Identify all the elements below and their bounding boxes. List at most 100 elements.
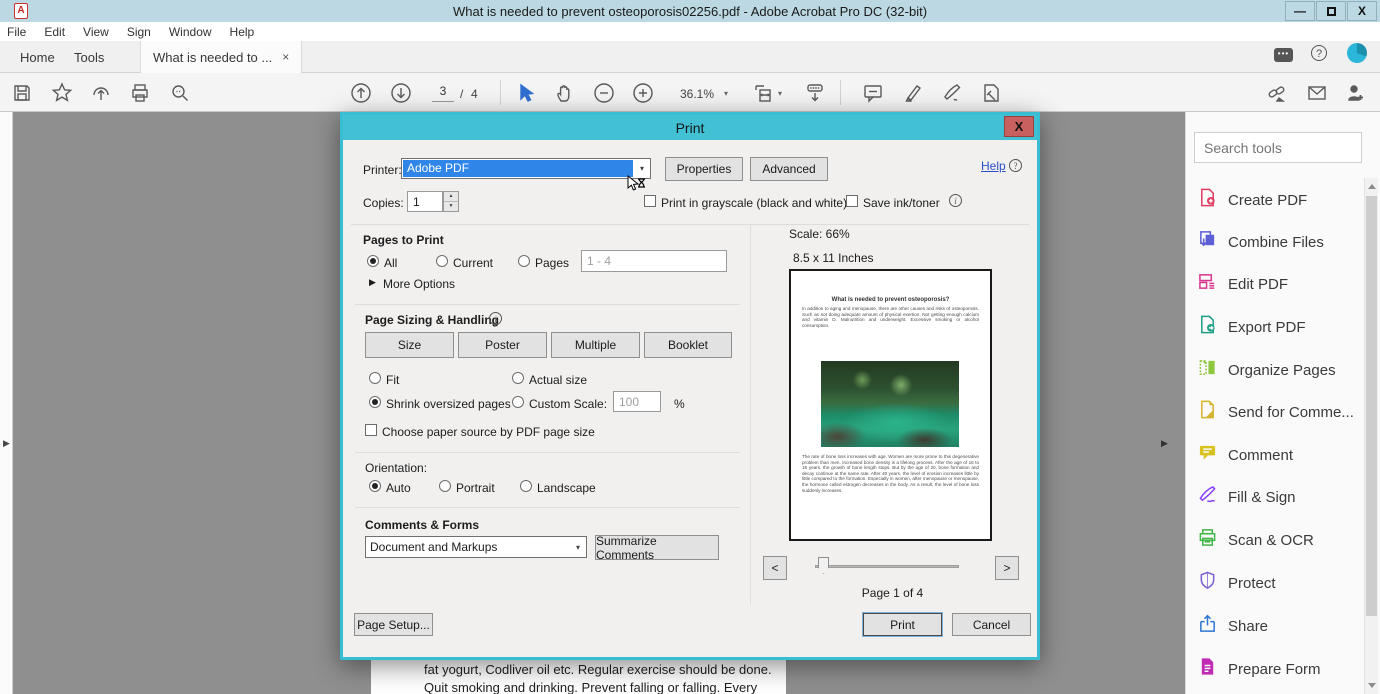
comment-tool-icon[interactable] bbox=[862, 82, 884, 104]
booklet-button[interactable]: Booklet bbox=[644, 332, 732, 358]
menu-help[interactable]: Help bbox=[230, 25, 255, 39]
preview-page-slider[interactable] bbox=[815, 565, 959, 568]
tool-send-for-comments[interactable]: Send for Comme... bbox=[1198, 400, 1348, 424]
right-panel-expand-icon[interactable]: ▶ bbox=[1161, 438, 1168, 449]
help-link[interactable]: Help bbox=[981, 159, 1006, 173]
menu-file[interactable]: File bbox=[7, 25, 26, 39]
menu-sign[interactable]: Sign bbox=[127, 25, 151, 39]
close-button[interactable]: X bbox=[1347, 1, 1377, 21]
comments-forms-dropdown-icon[interactable]: ▾ bbox=[570, 543, 586, 552]
tool-create-pdf[interactable]: Create PDF bbox=[1198, 188, 1348, 212]
orientation-landscape-radio[interactable] bbox=[520, 480, 532, 492]
email-icon[interactable] bbox=[1306, 82, 1328, 104]
fill-sign-tool-icon[interactable] bbox=[941, 82, 963, 104]
properties-button[interactable]: Properties bbox=[665, 157, 743, 181]
minimize-button[interactable]: — bbox=[1285, 1, 1315, 21]
scrollbar-thumb[interactable] bbox=[1366, 196, 1377, 616]
zoom-in-icon[interactable] bbox=[632, 82, 654, 104]
save-ink-info-icon[interactable]: i bbox=[949, 194, 962, 207]
spinner-down-icon[interactable]: ▼ bbox=[444, 202, 458, 211]
advanced-button[interactable]: Advanced bbox=[750, 157, 828, 181]
page-range-input[interactable]: 1 - 4 bbox=[581, 250, 727, 272]
poster-button[interactable]: Poster bbox=[458, 332, 547, 358]
help-circle-icon[interactable]: ? bbox=[1009, 159, 1022, 172]
page-setup-button[interactable]: Page Setup... bbox=[354, 613, 433, 636]
scrollbar-down-icon[interactable] bbox=[1368, 683, 1376, 688]
avatar[interactable] bbox=[1347, 43, 1367, 63]
previous-page-icon[interactable] bbox=[350, 82, 372, 104]
fit-radio[interactable] bbox=[369, 372, 381, 384]
star-icon[interactable] bbox=[51, 82, 73, 104]
link-icon[interactable] bbox=[1266, 82, 1288, 104]
search-icon[interactable] bbox=[169, 82, 191, 104]
restore-button[interactable] bbox=[1316, 1, 1346, 21]
notifications-icon[interactable]: ••• bbox=[1274, 48, 1293, 62]
tool-edit-pdf[interactable]: Edit PDF bbox=[1198, 272, 1348, 296]
dialog-close-button[interactable]: X bbox=[1004, 116, 1034, 137]
dialog-title-bar[interactable]: Print bbox=[343, 115, 1037, 140]
scrollbar-up-icon[interactable] bbox=[1368, 184, 1376, 189]
print-button[interactable]: Print bbox=[863, 613, 942, 636]
zoom-out-icon[interactable] bbox=[593, 82, 615, 104]
zoom-dropdown-icon[interactable]: ▾ bbox=[724, 89, 728, 98]
tab-home[interactable]: Home bbox=[8, 41, 67, 73]
tool-scan-ocr[interactable]: Scan & OCR bbox=[1198, 528, 1348, 552]
cancel-button[interactable]: Cancel bbox=[952, 613, 1031, 636]
tool-protect[interactable]: Protect bbox=[1198, 571, 1348, 595]
menu-window[interactable]: Window bbox=[169, 25, 212, 39]
add-user-icon[interactable] bbox=[1345, 82, 1367, 104]
spinner-up-icon[interactable]: ▲ bbox=[444, 192, 458, 202]
next-page-icon[interactable] bbox=[390, 82, 412, 104]
tab-document[interactable]: What is needed to ... × bbox=[140, 41, 302, 73]
multiple-button[interactable]: Multiple bbox=[551, 332, 640, 358]
more-options-label[interactable]: More Options bbox=[383, 277, 455, 291]
left-panel-expand-icon[interactable]: ▶ bbox=[3, 438, 10, 449]
tab-tools[interactable]: Tools bbox=[62, 41, 116, 73]
fit-dropdown-icon[interactable]: ▾ bbox=[778, 89, 782, 98]
paper-source-checkbox[interactable] bbox=[365, 424, 377, 436]
save-icon[interactable] bbox=[11, 82, 33, 104]
more-options-expander-icon[interactable]: ▶ bbox=[369, 277, 376, 288]
copies-input[interactable]: 1 bbox=[407, 191, 443, 212]
tab-close-icon[interactable]: × bbox=[282, 50, 289, 64]
copies-spinner[interactable]: ▲ ▼ bbox=[443, 191, 459, 212]
orientation-portrait-radio[interactable] bbox=[439, 480, 451, 492]
tool-combine-files[interactable]: Combine Files bbox=[1198, 230, 1348, 254]
comments-forms-select[interactable]: Document and Markups ▾ bbox=[365, 536, 587, 558]
fit-width-icon[interactable] bbox=[752, 82, 774, 104]
summarize-comments-button[interactable]: Summarize Comments bbox=[595, 535, 719, 560]
printer-select[interactable]: Adobe PDF ▾ bbox=[401, 158, 651, 179]
scrolling-mode-icon[interactable] bbox=[804, 82, 826, 104]
tool-prepare-form[interactable]: Prepare Form bbox=[1198, 657, 1348, 681]
pages-pages-radio[interactable] bbox=[518, 255, 530, 267]
pages-current-radio[interactable] bbox=[436, 255, 448, 267]
save-ink-checkbox[interactable] bbox=[846, 195, 858, 207]
panel-scrollbar[interactable] bbox=[1364, 178, 1378, 694]
custom-scale-input[interactable]: 100 bbox=[613, 391, 661, 412]
stamp-tool-icon[interactable] bbox=[980, 82, 1002, 104]
tool-export-pdf[interactable]: Export PDF bbox=[1198, 315, 1348, 339]
menu-view[interactable]: View bbox=[83, 25, 109, 39]
orientation-auto-radio[interactable] bbox=[369, 480, 381, 492]
share-upload-icon[interactable] bbox=[90, 82, 112, 104]
menu-edit[interactable]: Edit bbox=[44, 25, 65, 39]
help-question-icon[interactable]: ? bbox=[1311, 45, 1327, 61]
shrink-radio[interactable] bbox=[369, 396, 381, 408]
page-number-input[interactable]: 3 bbox=[432, 84, 454, 102]
tool-organize-pages[interactable]: Organize Pages bbox=[1198, 358, 1348, 382]
tool-comment[interactable]: Comment bbox=[1198, 443, 1348, 467]
search-tools-input[interactable] bbox=[1194, 132, 1362, 163]
select-tool-icon[interactable] bbox=[514, 82, 536, 104]
hand-tool-icon[interactable] bbox=[554, 82, 576, 104]
print-icon[interactable] bbox=[129, 82, 151, 104]
zoom-level-value[interactable]: 36.1% bbox=[680, 87, 714, 101]
actual-size-radio[interactable] bbox=[512, 372, 524, 384]
tool-fill-sign[interactable]: Fill & Sign bbox=[1198, 485, 1348, 509]
pages-all-radio[interactable] bbox=[367, 255, 379, 267]
highlighter-icon[interactable] bbox=[902, 82, 924, 104]
preview-next-button[interactable]: > bbox=[995, 556, 1019, 580]
size-button[interactable]: Size bbox=[365, 332, 454, 358]
preview-prev-button[interactable]: < bbox=[763, 556, 787, 580]
printer-dropdown-icon[interactable]: ▾ bbox=[634, 164, 650, 173]
custom-scale-radio[interactable] bbox=[512, 396, 524, 408]
